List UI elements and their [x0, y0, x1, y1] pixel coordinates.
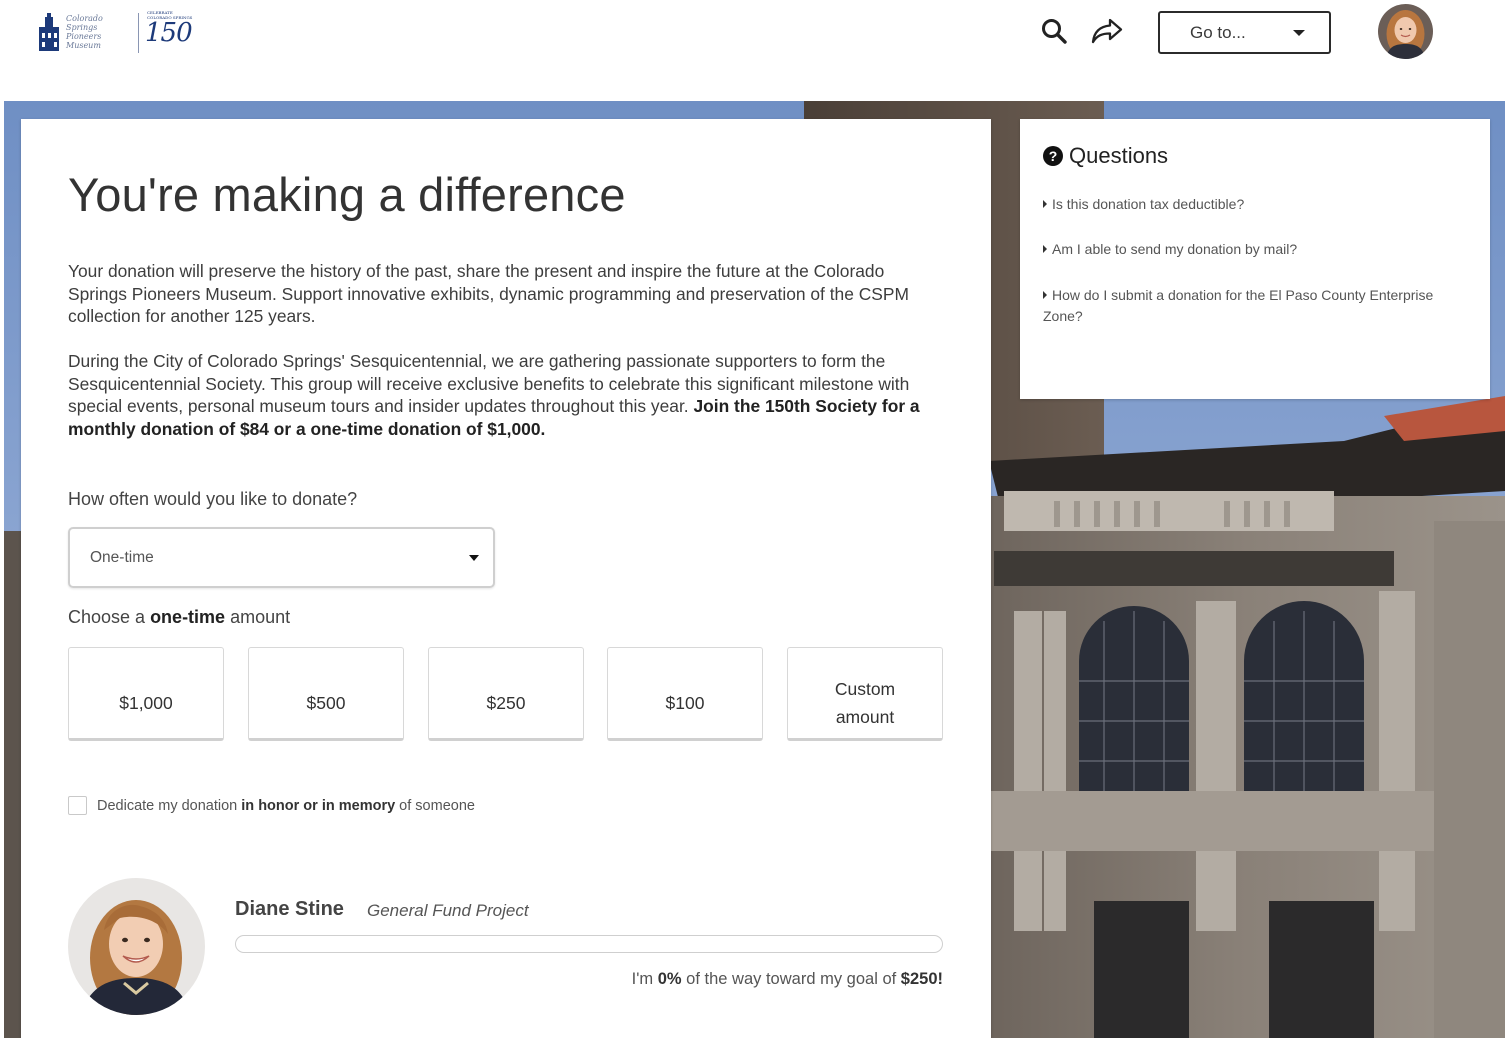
- museum-logo[interactable]: Colorado Springs Pioneers Museum CELEBRA…: [36, 8, 198, 58]
- questions-title: ? Questions: [1043, 143, 1168, 169]
- question-item-tax[interactable]: Is this donation tax deductible?: [1043, 194, 1473, 215]
- question-item-enterprise-zone[interactable]: How do I submit a donation for the El Pa…: [1043, 285, 1473, 327]
- dedicate-label-post: of someone: [395, 797, 475, 814]
- user-avatar[interactable]: [1378, 4, 1433, 59]
- frequency-label: How often would you like to donate?: [68, 489, 358, 509]
- amount-label-pre: Choose a: [68, 607, 151, 627]
- caret-right-icon: [1043, 245, 1047, 253]
- amount-button-250[interactable]: $250: [428, 647, 584, 741]
- page-title: You're making a difference: [68, 168, 626, 221]
- question-item-label: Is this donation tax deductible?: [1052, 196, 1245, 212]
- question-item-mail[interactable]: Am I able to send my donation by mail?: [1043, 239, 1473, 260]
- caret-right-icon: [1043, 200, 1047, 208]
- goto-dropdown[interactable]: Go to...: [1158, 11, 1331, 54]
- chevron-down-icon: [1293, 30, 1305, 36]
- dedicate-checkbox[interactable]: [68, 796, 87, 815]
- goal-amount: $250!: [900, 970, 943, 988]
- goto-label: Go to...: [1190, 22, 1246, 42]
- dedicate-label-bold: in honor or in memory: [241, 797, 396, 814]
- goal-status-text: I'm 0% of the way toward my goal of $250…: [632, 970, 943, 989]
- intro-paragraph: Your donation will preserve the history …: [68, 261, 909, 327]
- logo-divider: [138, 13, 139, 53]
- museum-building-icon: [39, 13, 59, 51]
- dedicate-label-pre: Dedicate my donation: [97, 797, 242, 814]
- goal-progress-bar: [235, 935, 943, 953]
- logo-150-mark: CELEBRATE COLORADO SPRINGS 150: [145, 10, 193, 48]
- amount-label-frequency: one-time: [150, 607, 226, 627]
- amount-button-100[interactable]: $100: [607, 647, 763, 741]
- question-item-label: Am I able to send my donation by mail?: [1052, 241, 1298, 257]
- logo-script-text: Colorado Springs Pioneers Museum: [66, 14, 103, 50]
- logo-small-text: CELEBRATE COLORADO SPRINGS: [147, 10, 193, 20]
- amount-button-1000[interactable]: $1,000: [68, 647, 224, 741]
- search-icon[interactable]: [1038, 14, 1070, 48]
- fundraiser-avatar: [68, 878, 205, 1015]
- frequency-value: One-time: [90, 548, 154, 566]
- amount-button-500[interactable]: $500: [248, 647, 404, 741]
- fundraiser-name: Diane Stine: [235, 898, 344, 920]
- question-item-label: How do I submit a donation for the El Pa…: [1043, 287, 1434, 324]
- caret-right-icon: [1043, 291, 1047, 299]
- dedicate-label: Dedicate my donation in honor or in memo…: [97, 798, 475, 814]
- fundraiser-project: General Fund Project: [367, 901, 529, 920]
- logo-number: 150: [145, 18, 193, 48]
- site-header: Colorado Springs Pioneers Museum CELEBRA…: [0, 0, 1505, 101]
- caret-down-icon: [469, 555, 479, 561]
- goal-text-pre: I'm: [631, 970, 658, 988]
- goal-text-mid: of the way toward my goal of: [681, 970, 901, 988]
- goal-percent: 0%: [657, 970, 682, 988]
- society-paragraph: During the City of Colorado Springs' Ses…: [68, 350, 948, 441]
- frequency-select[interactable]: One-time: [68, 527, 495, 588]
- amount-label-post: amount: [225, 607, 291, 627]
- questions-title-text: Questions: [1069, 143, 1169, 168]
- dedicate-option: Dedicate my donation in honor or in memo…: [68, 796, 475, 815]
- amount-label: Choose a one-time amount: [68, 607, 290, 628]
- amount-button-custom[interactable]: Custom amount: [787, 647, 943, 741]
- question-circle-icon: ?: [1043, 146, 1063, 166]
- share-icon[interactable]: [1091, 14, 1123, 48]
